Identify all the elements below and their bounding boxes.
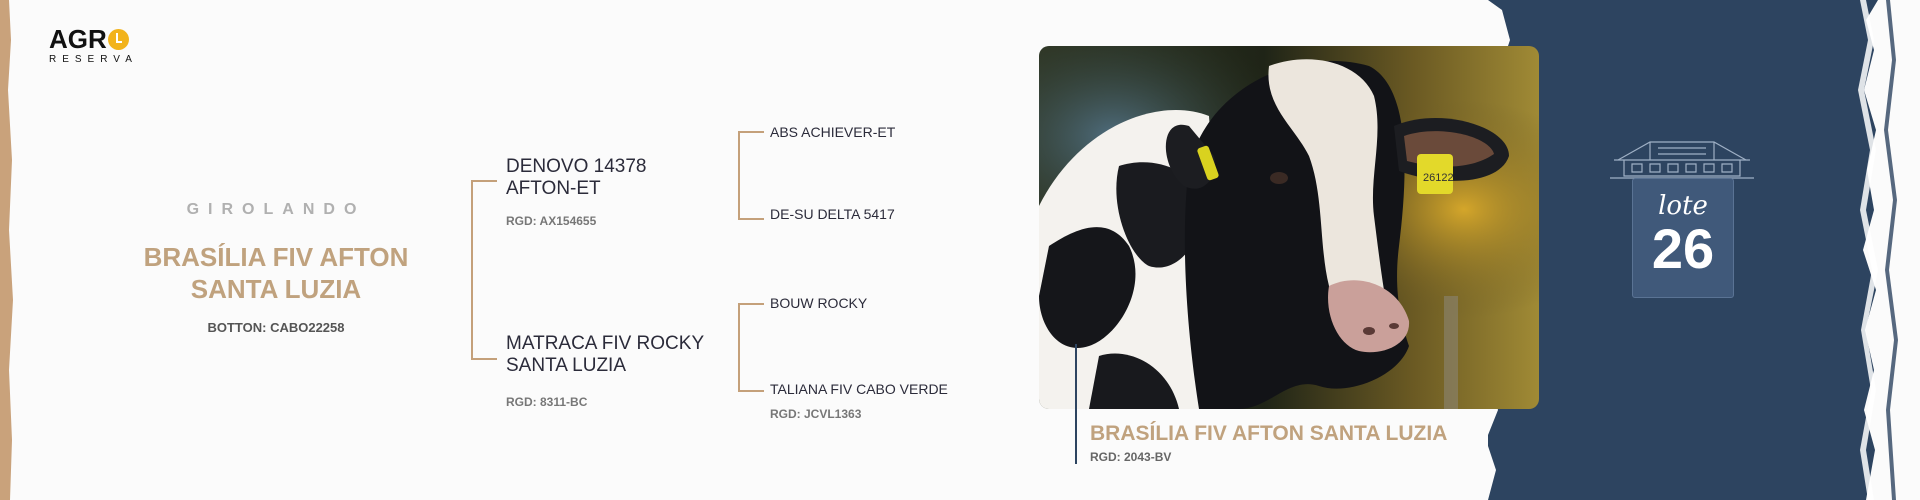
pedigree-bracket-main [471,180,473,360]
farm-building-icon [1610,141,1754,179]
maternal-granddam: TALIANA FIV CABO VERDE [770,381,948,397]
paternal-grandsire: ABS ACHIEVER-ET [770,124,896,140]
sire-bracket-top [738,131,764,133]
dam-bracket-top [738,303,764,305]
dam-bracket-bottom [738,390,764,392]
dam-rgd: RGD: 8311-BC [506,395,588,409]
maternal-grandsire: BOUW ROCKY [770,295,868,311]
pedigree-bracket-top [471,180,497,182]
logo-wordmark: AGR [49,26,138,52]
sire-name-line1: DENOVO 14378 [506,156,647,177]
caption-divider [1075,344,1077,464]
botton-code: BOTTON: CABO22258 [207,320,345,335]
animal-name: BRASÍLIA FIV AFTON SANTA LUZIA [120,241,432,305]
clock-icon [107,28,129,50]
maternal-granddam-rgd: RGD: JCVL1363 [770,407,862,421]
sire-bracket [738,131,740,220]
pedigree-bracket-bottom [471,358,497,360]
sire-name-line2: AFTON-ET [506,178,601,199]
sire-bracket-bottom [738,218,764,220]
logo-subtitle: RESERVA [49,54,138,65]
sire-name: DENOVO 14378 AFTON-ET [506,156,646,200]
sire-rgd: RGD: AX154655 [506,214,597,228]
photo-caption-rgd: RGD: 2043-BV [1090,450,1172,464]
left-brush-bar [0,0,13,500]
dam-name-line2: SANTA LUZIA [506,355,627,376]
lot-number: 26 [1651,217,1715,280]
paternal-granddam: DE-SU DELTA 5417 [770,206,895,222]
breed-label: GIROLANDO [186,201,366,218]
animal-photo: 26122 [1039,46,1539,409]
agro-reserva-logo[interactable]: AGR RESERVA [49,26,138,65]
ear-tag-number: 26122 [1423,172,1454,184]
dam-name-line1: MATRACA FIV ROCKY [506,333,705,354]
logo-text: AGR [49,24,107,54]
photo-caption-name: BRASÍLIA FIV AFTON SANTA LUZIA [1090,422,1448,445]
animal-name-line2: SANTA LUZIA [190,274,362,304]
dam-name: MATRACA FIV ROCKY SANTA LUZIA [506,333,704,377]
dam-bracket [738,303,740,392]
lot-badge: lote 26 [1632,178,1734,298]
animal-name-line1: BRASÍLIA FIV AFTON [143,242,409,272]
